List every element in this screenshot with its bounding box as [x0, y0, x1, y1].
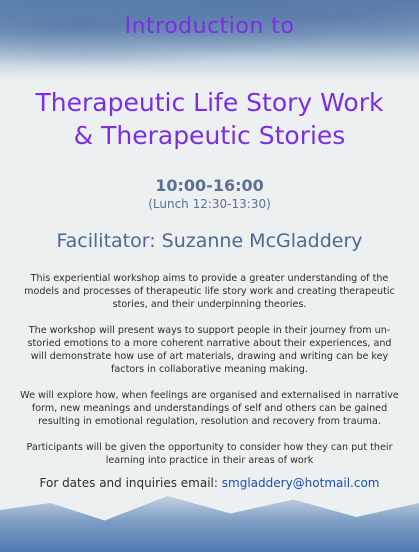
contact-label: For dates and inquiries email:	[39, 476, 218, 490]
paragraph: We will explore how, when feelings are o…	[20, 390, 399, 427]
page-title: Therapeutic Life Story Work & Therapeuti…	[0, 86, 419, 152]
watercolor-bottom-decoration	[0, 496, 419, 552]
email-link[interactable]: smgladdery@hotmail.com	[222, 476, 380, 490]
title-line-1: Therapeutic Life Story Work	[35, 88, 384, 117]
paragraph: The workshop will present ways to suppor…	[27, 325, 392, 375]
paragraph: This experiential workshop aims to provi…	[24, 273, 395, 310]
facilitator: Facilitator: Suzanne McGladdery	[56, 230, 363, 252]
intro-heading: Introduction to	[124, 14, 295, 39]
description: This experiential workshop aims to provi…	[20, 272, 399, 480]
lunch-time: (Lunch 12:30-13:30)	[148, 197, 271, 211]
title-line-2: & Therapeutic Stories	[73, 121, 346, 150]
session-time: 10:00-16:00	[155, 176, 264, 195]
contact-line: For dates and inquiries email: smgladder…	[0, 476, 419, 490]
watercolor-top-decoration	[0, 0, 419, 80]
paragraph: Participants will be given the opportuni…	[26, 442, 393, 466]
